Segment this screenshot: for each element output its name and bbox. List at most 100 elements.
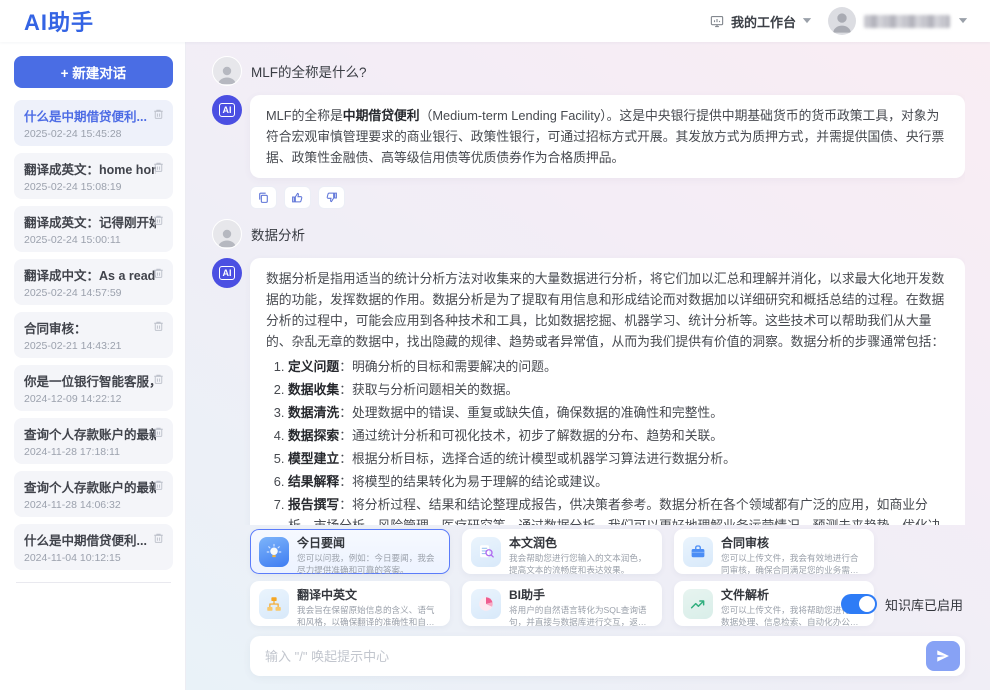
app-window: AI助手 我的工作台 + 新建对话 什么是中期借贷便利... bbox=[0, 0, 990, 690]
app-logo: AI助手 bbox=[24, 5, 94, 37]
ai-avatar: AI bbox=[212, 258, 242, 288]
thumbs-up-icon bbox=[291, 191, 304, 204]
user-message: 数据分析 bbox=[212, 219, 965, 249]
send-plane-icon bbox=[935, 648, 951, 664]
prompt-input[interactable] bbox=[265, 649, 926, 664]
history-title: 什么是中期借贷便利... bbox=[24, 530, 156, 549]
thumbs-down-icon bbox=[325, 191, 338, 204]
feature-title: BI助手 bbox=[509, 588, 653, 602]
message-actions bbox=[250, 186, 965, 209]
feature-card-bi-assistant[interactable]: BI助手 将用户的自然语言转化为SQL查询语句，并直接与数据库进行交互，返回智能… bbox=[462, 581, 662, 626]
thumbs-up-button[interactable] bbox=[284, 186, 311, 209]
person-icon bbox=[214, 61, 240, 85]
top-header: AI助手 我的工作台 bbox=[0, 0, 990, 42]
ai-text: 数据分析是指用适当的统计分析方法对收集来的大量数据进行分析，将它们加以汇总和理解… bbox=[266, 271, 944, 349]
delete-icon[interactable] bbox=[152, 531, 165, 545]
sidebar-divider bbox=[16, 582, 171, 583]
polish-doc-icon bbox=[471, 537, 501, 567]
monitor-icon bbox=[709, 14, 725, 29]
delete-icon[interactable] bbox=[152, 266, 165, 280]
prompt-input-bar bbox=[250, 636, 965, 676]
history-item[interactable]: 查询个人存款账户的最新... 2024-11-28 17:18:11 bbox=[14, 418, 173, 464]
chevron-down-icon bbox=[802, 17, 812, 25]
message-list: MLF的全称是什么? AI MLF的全称是中期借贷便利（Medium-term … bbox=[212, 50, 965, 525]
feature-card-translate[interactable]: 翻译中英文 我会旨在保留原始信息的含义、语气和风格，以确保翻译的准确性和自然流畅… bbox=[250, 581, 450, 626]
history-time: 2025-02-24 15:00:11 bbox=[24, 234, 165, 246]
ai-text: MLF的全称是 bbox=[266, 108, 343, 123]
list-item: 数据收集：获取与分析问题相关的数据。 bbox=[288, 379, 949, 400]
user-avatar bbox=[828, 7, 856, 35]
person-icon bbox=[214, 224, 240, 248]
history-time: 2025-02-21 14:43:21 bbox=[24, 340, 165, 352]
user-avatar bbox=[212, 219, 242, 249]
feature-card-today-news[interactable]: 今日要闻 您可以问我，例如：今日要闻，我会尽力提供准确和可靠的答案。 bbox=[250, 529, 450, 574]
delete-icon[interactable] bbox=[152, 372, 165, 386]
list-item: 定义问题：明确分析的目标和需要解决的问题。 bbox=[288, 356, 949, 377]
ai-message-card: 数据分析是指用适当的统计分析方法对收集来的大量数据进行分析，将它们加以汇总和理解… bbox=[250, 258, 965, 525]
list-item: 数据探索：通过统计分析和可视化技术，初步了解数据的分布、趋势和关联。 bbox=[288, 425, 949, 446]
history-item[interactable]: 查询个人存款账户的最新... 2024-11-28 14:06:32 bbox=[14, 471, 173, 517]
file-parse-chart-icon bbox=[683, 589, 713, 619]
history-title: 合同审核： bbox=[24, 318, 156, 337]
delete-icon[interactable] bbox=[152, 478, 165, 492]
body-wrap: + 新建对话 什么是中期借贷便利... 2025-02-24 15:45:28 … bbox=[0, 42, 990, 690]
workspace-label: 我的工作台 bbox=[731, 12, 796, 31]
history-item[interactable]: 你是一位银行智能客服，... 2024-12-09 14:22:12 bbox=[14, 365, 173, 411]
ai-message-card: MLF的全称是中期借贷便利（Medium-term Lending Facili… bbox=[250, 95, 965, 178]
feature-title: 合同审核 bbox=[721, 536, 865, 550]
feature-card-text-polish[interactable]: 本文润色 我会帮助您进行您输入的文本润色，提高文本的流畅度和表达效果。 bbox=[462, 529, 662, 574]
history-item[interactable]: 合同审核： 2025-02-21 14:43:21 bbox=[14, 312, 173, 358]
history-item[interactable]: 什么是中期借贷便利... 2024-11-04 10:12:15 bbox=[14, 524, 173, 570]
history-item[interactable]: 什么是中期借贷便利... 2025-02-24 15:45:28 bbox=[14, 100, 173, 146]
bi-pie-chart-icon bbox=[471, 589, 501, 619]
list-item: 数据清洗：处理数据中的错误、重复或缺失值，确保数据的准确性和完整性。 bbox=[288, 402, 949, 423]
list-item: 报告撰写：将分析过程、结果和结论整理成报告，供决策者参考。数据分析在各个领域都有… bbox=[288, 494, 949, 525]
chevron-down-icon bbox=[958, 17, 968, 25]
analysis-steps-list: 定义问题：明确分析的目标和需要解决的问题。 数据收集：获取与分析问题相关的数据。… bbox=[266, 356, 949, 525]
feature-title: 本文润色 bbox=[509, 536, 653, 550]
toggle-knob bbox=[859, 596, 875, 612]
history-item[interactable]: 翻译成中文：As a reader... 2025-02-24 14:57:59 bbox=[14, 259, 173, 305]
delete-icon[interactable] bbox=[152, 319, 165, 333]
sidebar: + 新建对话 什么是中期借贷便利... 2025-02-24 15:45:28 … bbox=[0, 42, 186, 690]
account-menu[interactable] bbox=[828, 7, 968, 35]
send-button[interactable] bbox=[926, 641, 960, 671]
new-chat-button[interactable]: + 新建对话 bbox=[14, 56, 173, 88]
ai-avatar: AI bbox=[212, 95, 242, 125]
list-item: 结果解释：将模型的结果转化为易于理解的结论或建议。 bbox=[288, 471, 949, 492]
history-item[interactable]: 翻译成英文：home home 2025-02-24 15:08:19 bbox=[14, 153, 173, 199]
feature-desc: 您可以上传文件，我会有效地进行合同审核，确保合同满足您的业务需求。 bbox=[721, 553, 865, 576]
delete-icon[interactable] bbox=[152, 213, 165, 227]
history-title: 查询个人存款账户的最新... bbox=[24, 424, 156, 443]
history-title: 翻译成英文：home home bbox=[24, 159, 156, 178]
knowledge-base-toggle-group: 知识库已启用 bbox=[841, 594, 963, 614]
feature-desc: 将用户的自然语言转化为SQL查询语句，并直接与数据库进行交互，返回智能推荐的图表… bbox=[509, 605, 653, 628]
history-item[interactable]: 翻译成英文：记得刚开始... 2025-02-24 15:00:11 bbox=[14, 206, 173, 252]
contract-briefcase-icon bbox=[683, 537, 713, 567]
person-icon bbox=[828, 7, 856, 35]
delete-icon[interactable] bbox=[152, 425, 165, 439]
feature-title: 今日要闻 bbox=[297, 536, 441, 550]
history-title: 什么是中期借贷便利... bbox=[24, 106, 156, 125]
feature-card-contract-review[interactable]: 合同审核 您可以上传文件，我会有效地进行合同审核，确保合同满足您的业务需求。 bbox=[674, 529, 874, 574]
feature-shortcuts: 今日要闻 您可以问我，例如：今日要闻，我会尽力提供准确和可靠的答案。 本文润色 … bbox=[250, 529, 965, 626]
user-message-text: MLF的全称是什么? bbox=[251, 61, 367, 81]
my-workspace-menu[interactable]: 我的工作台 bbox=[709, 12, 812, 31]
header-right: 我的工作台 bbox=[709, 7, 968, 35]
user-avatar bbox=[212, 56, 242, 86]
delete-icon[interactable] bbox=[152, 160, 165, 174]
username-redacted bbox=[864, 15, 950, 28]
delete-icon[interactable] bbox=[152, 107, 165, 121]
history-time: 2025-02-24 14:57:59 bbox=[24, 287, 165, 299]
feature-desc: 您可以问我，例如：今日要闻，我会尽力提供准确和可靠的答案。 bbox=[297, 553, 441, 576]
copy-button[interactable] bbox=[250, 186, 277, 209]
news-bulb-icon bbox=[259, 537, 289, 567]
user-message: MLF的全称是什么? bbox=[212, 56, 965, 86]
knowledge-base-toggle[interactable] bbox=[841, 594, 877, 614]
conversation-history: 什么是中期借贷便利... 2025-02-24 15:45:28 翻译成英文：h… bbox=[14, 100, 173, 570]
user-message-text: 数据分析 bbox=[251, 224, 305, 244]
history-title: 翻译成中文：As a reader... bbox=[24, 265, 156, 284]
thumbs-down-button[interactable] bbox=[318, 186, 345, 209]
ai-message: AI 数据分析是指用适当的统计分析方法对收集来的大量数据进行分析，将它们加以汇总… bbox=[212, 258, 965, 525]
translate-sitemap-icon bbox=[259, 589, 289, 619]
